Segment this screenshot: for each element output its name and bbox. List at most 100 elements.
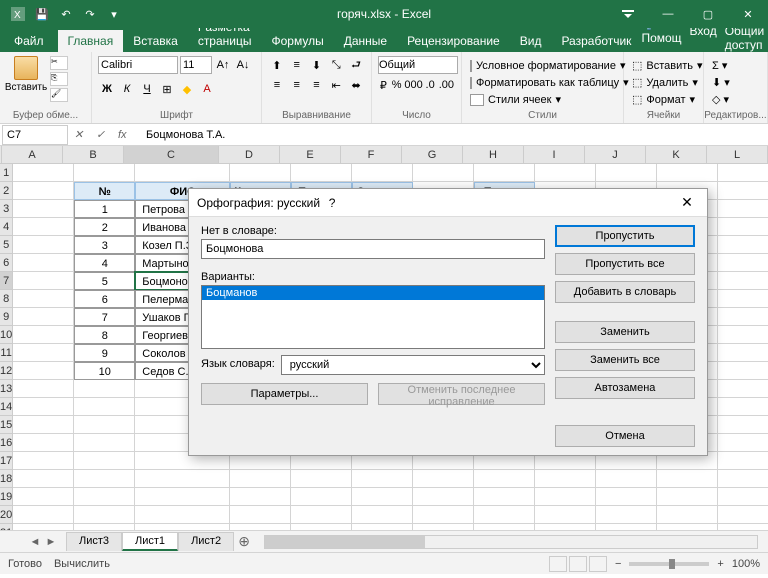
row-header-9[interactable]: 9 — [0, 308, 13, 326]
cell[interactable] — [352, 524, 413, 530]
sheet-nav-next-icon[interactable]: ► — [44, 535, 58, 549]
cell[interactable] — [291, 470, 352, 488]
number-format-select[interactable] — [378, 56, 458, 74]
cell[interactable] — [718, 470, 768, 488]
cell[interactable] — [718, 164, 768, 182]
cell[interactable] — [657, 164, 718, 182]
view-normal-icon[interactable] — [549, 556, 567, 572]
cell[interactable] — [291, 164, 352, 182]
zoom-out-icon[interactable]: − — [615, 558, 621, 570]
add-sheet-icon[interactable]: ⊕ — [234, 533, 254, 550]
cell[interactable] — [596, 470, 657, 488]
cell[interactable]: 4 — [74, 254, 135, 272]
close-icon[interactable]: ✕ — [728, 0, 768, 28]
increase-font-icon[interactable]: A↑ — [214, 56, 232, 74]
cell[interactable] — [474, 164, 535, 182]
not-in-dict-input[interactable] — [201, 239, 545, 259]
row-header-19[interactable]: 19 — [0, 488, 13, 506]
percent-icon[interactable]: % — [391, 76, 403, 94]
font-color-icon[interactable]: A — [198, 80, 216, 98]
row-header-5[interactable]: 5 — [0, 236, 13, 254]
cell[interactable] — [352, 506, 413, 524]
cell[interactable] — [535, 470, 596, 488]
cell[interactable] — [135, 506, 230, 524]
row-header-12[interactable]: 12 — [0, 362, 13, 380]
fx-icon[interactable]: fx — [118, 129, 136, 141]
fill-icon[interactable]: ⬇ ▾ — [710, 75, 761, 90]
zoom-slider[interactable] — [629, 562, 709, 566]
row-header-10[interactable]: 10 — [0, 326, 13, 344]
dialog-titlebar[interactable]: Орфография: русский ? ✕ — [189, 189, 707, 217]
cell[interactable] — [230, 488, 291, 506]
align-middle-icon[interactable]: ≡ — [288, 56, 306, 74]
cell[interactable] — [413, 488, 474, 506]
format-cells-button[interactable]: ⬚ Формат▾ — [630, 92, 697, 107]
skip-button[interactable]: Пропустить — [555, 225, 695, 247]
lang-select[interactable]: русский — [281, 355, 545, 375]
col-header-A[interactable]: A — [2, 146, 63, 163]
cell[interactable] — [13, 236, 74, 254]
cell[interactable] — [74, 470, 135, 488]
row-header-21[interactable]: 21 — [0, 524, 13, 530]
cell[interactable] — [657, 470, 718, 488]
clear-icon[interactable]: ◇ ▾ — [710, 92, 761, 107]
fill-color-icon[interactable]: ◆ — [178, 80, 196, 98]
cell[interactable] — [13, 200, 74, 218]
cell[interactable] — [413, 470, 474, 488]
cell[interactable] — [74, 164, 135, 182]
cell[interactable] — [596, 488, 657, 506]
bold-button[interactable]: Ж — [98, 80, 116, 98]
minimize-icon[interactable]: — — [648, 0, 688, 28]
cell[interactable] — [291, 488, 352, 506]
cell[interactable] — [352, 488, 413, 506]
cell[interactable]: 7 — [74, 308, 135, 326]
cell[interactable] — [74, 398, 135, 416]
dialog-close-icon[interactable]: ✕ — [675, 194, 699, 211]
view-layout-icon[interactable] — [569, 556, 587, 572]
cell[interactable] — [535, 524, 596, 530]
horizontal-scrollbar[interactable] — [264, 535, 758, 549]
cell[interactable] — [718, 254, 768, 272]
cell[interactable] — [657, 524, 718, 530]
cell[interactable] — [352, 470, 413, 488]
cell[interactable] — [413, 164, 474, 182]
col-header-F[interactable]: F — [341, 146, 402, 163]
undo-icon[interactable]: ↶ — [56, 4, 76, 24]
cell[interactable] — [657, 488, 718, 506]
cell[interactable] — [596, 164, 657, 182]
cell[interactable] — [74, 434, 135, 452]
decrease-font-icon[interactable]: A↓ — [234, 56, 252, 74]
cell[interactable] — [474, 506, 535, 524]
align-center-icon[interactable]: ≡ — [288, 76, 306, 94]
cell[interactable]: 9 — [74, 344, 135, 362]
maximize-icon[interactable]: ▢ — [688, 0, 728, 28]
row-header-16[interactable]: 16 — [0, 434, 13, 452]
italic-button[interactable]: К — [118, 80, 136, 98]
tab-view[interactable]: Вид — [510, 30, 552, 52]
cell[interactable] — [596, 506, 657, 524]
tab-developer[interactable]: Разработчик — [551, 30, 641, 52]
row-header-15[interactable]: 15 — [0, 416, 13, 434]
tab-formulas[interactable]: Формулы — [261, 30, 333, 52]
cell[interactable] — [13, 362, 74, 380]
cell[interactable] — [718, 362, 768, 380]
tab-insert[interactable]: Вставка — [123, 30, 188, 52]
cell[interactable] — [718, 218, 768, 236]
cell[interactable] — [718, 344, 768, 362]
cell[interactable] — [13, 380, 74, 398]
ribbon-options-icon[interactable] — [608, 0, 648, 28]
cell[interactable] — [13, 470, 74, 488]
cell[interactable] — [413, 506, 474, 524]
cell-styles-button[interactable]: Стили ячеек▾ — [468, 92, 617, 107]
cell[interactable] — [135, 488, 230, 506]
sheet-tab-Лист1[interactable]: Лист1 — [122, 532, 178, 551]
autosum-icon[interactable]: Σ ▾ — [710, 58, 761, 73]
excel-icon[interactable]: X — [8, 4, 28, 24]
cell[interactable] — [535, 506, 596, 524]
row-header-18[interactable]: 18 — [0, 470, 13, 488]
sheet-nav-prev-icon[interactable]: ◄ — [28, 535, 42, 549]
align-top-icon[interactable]: ⬆ — [268, 56, 286, 74]
cell[interactable] — [135, 164, 230, 182]
col-header-J[interactable]: J — [585, 146, 646, 163]
zoom-in-icon[interactable]: + — [717, 558, 723, 570]
